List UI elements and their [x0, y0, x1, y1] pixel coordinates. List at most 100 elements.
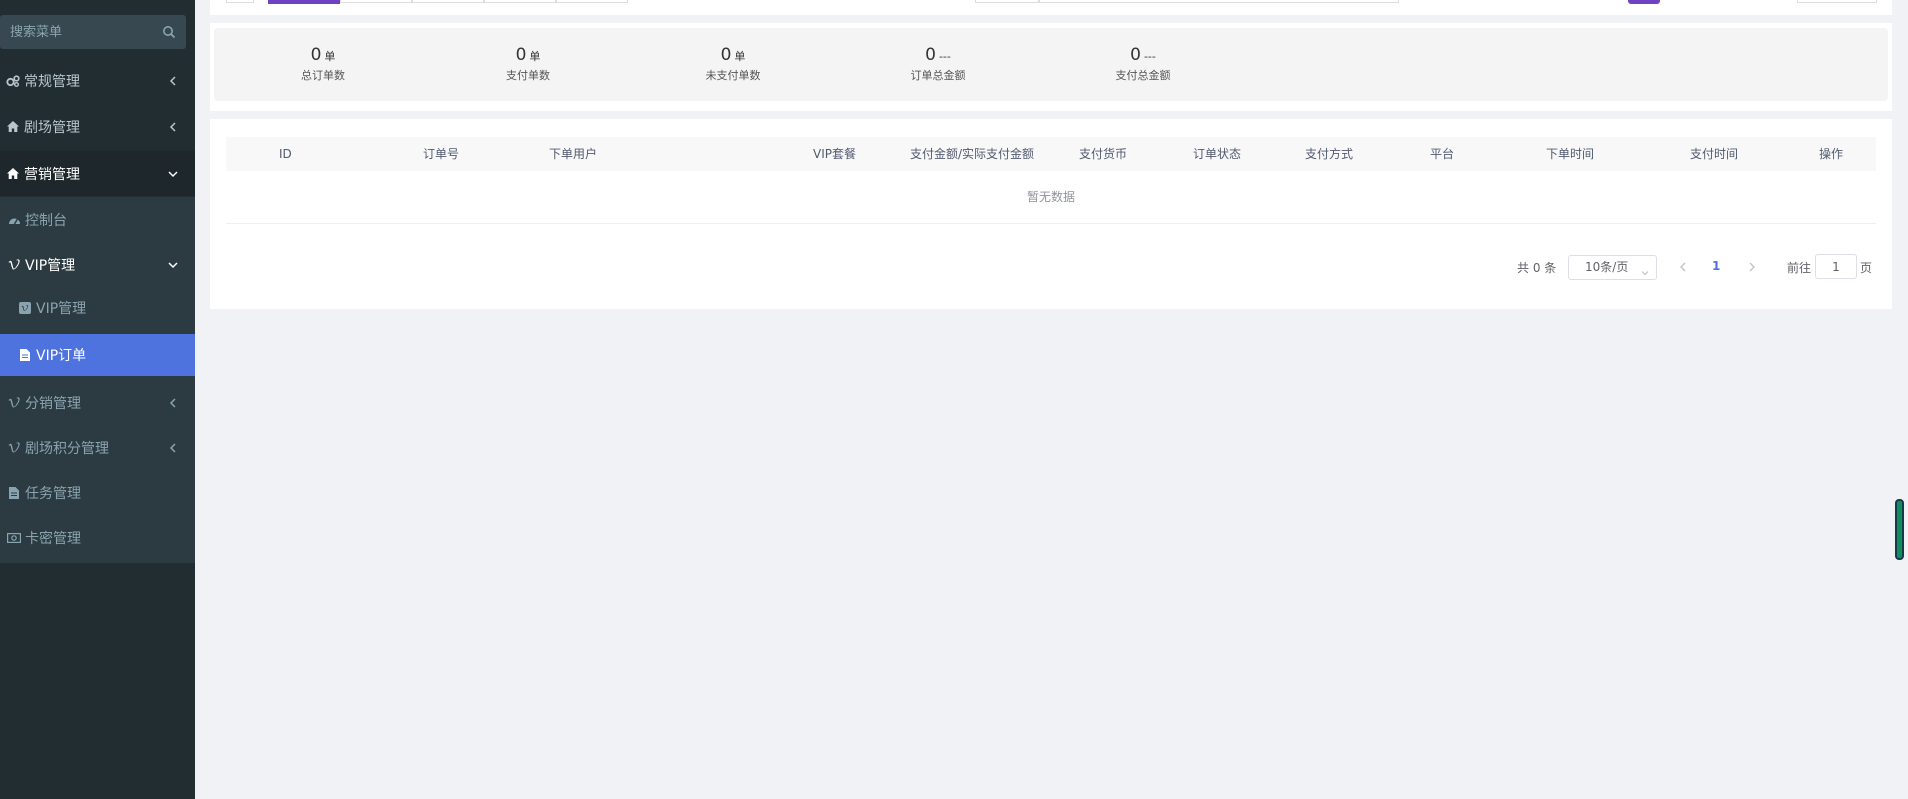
stat-label: 总订单数 — [268, 67, 378, 83]
page-size-value: 10条/页 — [1585, 260, 1628, 274]
tab-active[interactable] — [268, 0, 340, 4]
current-page-number[interactable]: 1 — [1712, 259, 1720, 273]
menu-search-input[interactable] — [0, 15, 150, 49]
chevron-down-icon — [167, 259, 179, 271]
file-icon — [18, 348, 32, 362]
search-icon[interactable] — [162, 24, 178, 40]
floating-scroll-handle[interactable] — [1895, 499, 1904, 560]
chevron-left-icon — [167, 397, 179, 409]
tab[interactable] — [340, 0, 412, 3]
column-header-pay-time[interactable]: 支付时间 — [1690, 137, 1738, 171]
column-header-pay-amount[interactable]: 支付金额/实际支付金额 — [910, 137, 1034, 171]
stat-unit: 单 — [734, 50, 745, 63]
sidebar-item-console[interactable]: 控制台 — [0, 197, 195, 242]
goto-label: 前往 — [1787, 259, 1811, 276]
filter-select[interactable] — [975, 0, 1039, 3]
menu-label: 分销管理 — [25, 393, 81, 413]
stat-unpaid-orders: 0单 未支付单数 — [678, 45, 788, 83]
stat-value: 0 — [311, 45, 322, 65]
empty-state: 暂无数据 — [226, 171, 1876, 224]
column-header-vip-plan[interactable]: VIP套餐 — [813, 137, 856, 171]
chevron-down-icon — [1640, 263, 1650, 273]
column-header-status[interactable]: 订单状态 — [1193, 137, 1241, 171]
menu-item-theater[interactable]: 剧场管理 — [0, 104, 195, 149]
chevron-down-icon — [167, 168, 179, 180]
sidebar-item-card-codes[interactable]: 卡密管理 — [0, 515, 195, 560]
sidebar-item-theater-points[interactable]: 剧场积分管理 — [0, 425, 195, 470]
menu-label: 剧场积分管理 — [25, 438, 109, 458]
home-icon — [5, 119, 21, 135]
cogs-icon — [5, 73, 21, 89]
sidebar: 常规管理 剧场管理 营销管理 控制台 VIP管理 — [0, 0, 195, 799]
menu-label: VIP管理 — [36, 298, 86, 318]
file-text-icon — [7, 486, 21, 500]
next-page-button[interactable] — [1747, 259, 1759, 273]
stat-value: 0 — [925, 45, 936, 65]
table-card: ID 订单号 下单用户 VIP套餐 支付金额/实际支付金额 支付货币 订单状态 … — [210, 119, 1892, 309]
tab[interactable] — [556, 0, 628, 3]
stat-value: 0 — [1130, 45, 1141, 65]
stat-total-orders: 0单 总订单数 — [268, 45, 378, 83]
vimeo-icon — [7, 396, 21, 410]
sidebar-item-vip-group[interactable]: VIP管理 — [0, 242, 195, 287]
prev-page-button[interactable] — [1678, 259, 1690, 273]
stat-value: 0 — [516, 45, 527, 65]
stat-unit: 单 — [324, 50, 335, 63]
home-icon — [5, 166, 21, 182]
dashboard-icon — [7, 213, 21, 227]
toolbar-button-right[interactable] — [1797, 0, 1877, 3]
sidebar-item-distribution[interactable]: 分销管理 — [0, 380, 195, 425]
tab[interactable] — [484, 0, 556, 3]
menu-label: 营销管理 — [24, 164, 167, 184]
page-size-select[interactable]: 10条/页 — [1568, 255, 1657, 280]
menu-item-general[interactable]: 常规管理 — [0, 58, 195, 103]
money-icon — [7, 531, 21, 545]
menu-label: 剧场管理 — [24, 117, 167, 137]
menu-label: 卡密管理 — [25, 528, 81, 548]
menu-label: VIP订单 — [36, 345, 86, 365]
vimeo-square-icon — [18, 301, 32, 315]
tab[interactable] — [412, 0, 484, 3]
menu-label: 控制台 — [25, 210, 67, 230]
chevron-left-icon — [167, 75, 179, 87]
column-header-order-time[interactable]: 下单时间 — [1546, 137, 1594, 171]
chevron-left-icon — [167, 121, 179, 133]
search-button[interactable] — [1628, 0, 1660, 4]
vimeo-icon — [7, 258, 21, 272]
sidebar-item-vip-manage[interactable]: VIP管理 — [0, 287, 195, 329]
sidebar-item-tasks[interactable]: 任务管理 — [0, 470, 195, 515]
vimeo-icon — [7, 441, 21, 455]
stat-label: 订单总金额 — [883, 67, 993, 83]
column-header-pay-method[interactable]: 支付方式 — [1305, 137, 1353, 171]
column-header-platform[interactable]: 平台 — [1430, 137, 1454, 171]
stat-value: 0 — [721, 45, 732, 65]
menu-label: 任务管理 — [25, 483, 81, 503]
stat-label: 未支付单数 — [678, 67, 788, 83]
stats-panel: 0单 总订单数 0单 支付单数 0单 未支付单数 0--- 订单总金额 0---… — [214, 28, 1888, 101]
pagination-total: 共 0 条 — [1517, 259, 1556, 276]
column-header-currency[interactable]: 支付货币 — [1079, 137, 1127, 171]
stat-unit: 单 — [529, 50, 540, 63]
stat-unit: --- — [1144, 50, 1156, 63]
menu-item-marketing[interactable]: 营销管理 — [0, 151, 195, 196]
column-header-actions[interactable]: 操作 — [1819, 137, 1843, 171]
stat-unit: --- — [939, 50, 951, 63]
table-header: ID 订单号 下单用户 VIP套餐 支付金额/实际支付金额 支付货币 订单状态 … — [226, 137, 1876, 171]
stat-paid-orders: 0单 支付单数 — [473, 45, 583, 83]
column-header-id[interactable]: ID — [279, 137, 292, 171]
page-suffix-label: 页 — [1860, 259, 1872, 276]
goto-page-input[interactable] — [1815, 254, 1857, 279]
column-header-order-no[interactable]: 订单号 — [423, 137, 459, 171]
stat-label: 支付总金额 — [1088, 67, 1198, 83]
sidebar-item-vip-orders[interactable]: VIP订单 — [0, 334, 195, 376]
toolbar-button[interactable] — [226, 0, 254, 3]
chevron-left-icon — [167, 442, 179, 454]
filter-input[interactable] — [1039, 0, 1399, 3]
stat-paid-amount: 0--- 支付总金额 — [1088, 45, 1198, 83]
menu-label: 常规管理 — [24, 71, 167, 91]
sidebar-search — [0, 15, 186, 49]
menu-label: VIP管理 — [25, 255, 75, 275]
column-header-user[interactable]: 下单用户 — [549, 137, 597, 171]
stats-card: 0单 总订单数 0单 支付单数 0单 未支付单数 0--- 订单总金额 0---… — [210, 23, 1892, 111]
stat-label: 支付单数 — [473, 67, 583, 83]
